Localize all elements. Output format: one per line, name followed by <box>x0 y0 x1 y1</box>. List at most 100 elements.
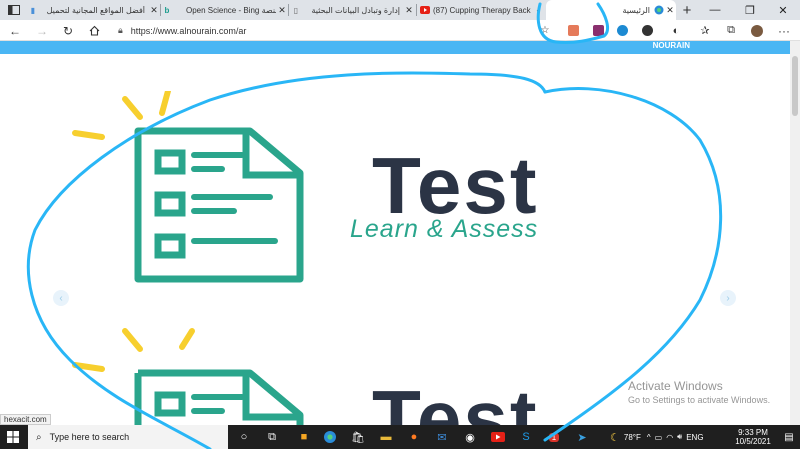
slider-next-button[interactable]: › <box>720 290 736 306</box>
tab-divider <box>288 4 289 16</box>
close-tab-icon[interactable]: ✕ <box>276 5 288 16</box>
arrow-right-icon: → <box>36 23 48 38</box>
volume-icon[interactable]: 🔊︎ <box>677 432 682 442</box>
windows-taskbar: ⌕ Type here to search ○ ⧉ ■ 🛍︎ ▬ ● ✉ ◉ S… <box>0 425 800 449</box>
idea-rays <box>72 328 195 372</box>
edge-icon <box>654 5 664 15</box>
bing-icon: b <box>164 5 170 15</box>
tab-free-sites[interactable]: ▮ أفضل المواقع المجانية لتحميل ✕ <box>28 0 160 20</box>
taskbar-clock[interactable]: 9:33 PM 10/5/2021 <box>728 428 778 446</box>
tab-divider <box>416 4 417 16</box>
restore-icon: ❐ <box>745 4 755 17</box>
refresh-icon: ↻ <box>62 23 74 38</box>
activate-windows-watermark: Activate Windows Go to Settings to activ… <box>628 379 771 405</box>
tab-home-active[interactable]: الرئيسية ✕ <box>546 0 676 20</box>
profile-button[interactable] <box>748 21 766 40</box>
windows-logo-icon <box>7 431 19 443</box>
tab-actions-icon <box>8 5 20 15</box>
home-button[interactable] <box>85 21 103 40</box>
star-add-icon: ☆ <box>540 25 550 36</box>
extension-purple-icon[interactable] <box>593 25 604 36</box>
circle-arrow-icon: ◐ <box>672 24 680 37</box>
address-url: https://www.alnourain.com/ar <box>130 25 247 36</box>
store-icon[interactable]: 🛍︎ <box>350 429 366 445</box>
tab-divider <box>160 4 161 16</box>
firefox-icon[interactable]: ● <box>406 429 422 445</box>
site-header: NOURAIN <box>0 41 790 54</box>
youtube-icon <box>420 5 430 15</box>
address-bar[interactable]: 🔒︎ https://www.alnourain.com/ar <box>110 22 550 39</box>
close-tab-icon[interactable]: ✕ <box>664 5 676 16</box>
minimize-button[interactable]: — <box>698 0 732 20</box>
slider-prev-button[interactable]: ‹ <box>53 290 69 306</box>
ppt-icon[interactable]: ■ <box>296 429 312 445</box>
settings-menu-button[interactable]: ··· <box>775 21 793 40</box>
test-document-illustration <box>72 91 304 283</box>
tab-cupping-therapy[interactable]: (87) Cupping Therapy Back ‹ <box>420 0 544 20</box>
slide-headline-2: Test <box>372 374 539 426</box>
close-tab-icon[interactable]: ✕ <box>148 5 160 16</box>
scrollbar-thumb[interactable] <box>792 56 798 116</box>
back-button[interactable]: ← <box>6 21 24 40</box>
weather-moon-icon[interactable]: ☾ <box>610 431 620 444</box>
network-icon[interactable]: ▭ <box>655 433 663 442</box>
maximize-button[interactable]: ❐ <box>733 0 767 20</box>
chrome-icon[interactable]: ◉ <box>462 429 478 445</box>
avatar <box>751 24 763 37</box>
browser-tab-strip: ▮ أفضل المواقع المجانية لتحميل ✕ b Open … <box>0 0 800 20</box>
add-favorite-button[interactable]: ☆ <box>536 21 554 40</box>
skype-icon[interactable]: S <box>518 429 534 445</box>
extension-orange-icon[interactable] <box>568 25 579 36</box>
chevron-up-icon[interactable]: ^ <box>647 433 651 442</box>
notification-app-icon[interactable]: 1 <box>546 429 562 445</box>
extension-dark-icon[interactable] <box>642 25 653 36</box>
notification-center-icon[interactable]: ▤ <box>782 429 796 445</box>
refresh-button[interactable]: ↻ <box>59 21 77 40</box>
tab-research-data[interactable]: ▯ إدارة وتبادل البيانات البحثية ✕ <box>291 0 415 20</box>
test-document-illustration-2 <box>72 328 304 425</box>
telegram-icon[interactable]: ➤ <box>574 429 590 445</box>
document-icon: ▯ <box>293 5 299 15</box>
more-icon: ··· <box>778 23 790 38</box>
favorites-button[interactable]: ✰ <box>696 21 714 40</box>
search-icon: ⌕ <box>36 431 42 443</box>
reading-button[interactable]: ◐ <box>667 21 685 40</box>
close-tab-icon[interactable]: ‹ <box>532 5 544 15</box>
slide-tagline: Learn & Assess <box>350 215 539 243</box>
forward-button[interactable]: → <box>33 21 51 40</box>
file-explorer-icon[interactable]: ▬ <box>378 429 394 445</box>
checklist-lines <box>191 394 245 414</box>
collections-button[interactable]: ⧉ <box>722 21 740 40</box>
wifi-icon[interactable]: ◠ <box>666 433 673 442</box>
close-window-button[interactable]: ✕ <box>766 0 800 20</box>
home-icon <box>89 25 99 36</box>
lock-icon: 🔒︎ <box>118 25 123 35</box>
language-indicator[interactable]: ENG <box>686 433 703 442</box>
mail-icon[interactable]: ✉ <box>434 429 450 445</box>
extension-blue-icon[interactable] <box>617 25 628 36</box>
start-button[interactable] <box>0 425 26 449</box>
favorites-icon: ✰ <box>700 25 710 37</box>
slide-headline: Test <box>372 141 539 230</box>
new-tab-button[interactable]: + <box>678 0 696 20</box>
youtube-taskbar-icon[interactable] <box>490 429 506 445</box>
page-icon: ▮ <box>30 5 36 15</box>
minimize-icon: — <box>709 4 721 16</box>
mail-badge: 1 <box>548 432 560 442</box>
cortana-icon[interactable]: ○ <box>236 429 252 445</box>
weather-temp[interactable]: 78°F <box>624 433 641 442</box>
task-view-icon[interactable]: ⧉ <box>264 429 280 445</box>
tab-actions-button[interactable] <box>0 0 28 20</box>
close-icon: ✕ <box>778 4 788 17</box>
tab-open-science-bing[interactable]: b Open Science - Bing منصة ✕ <box>162 0 288 20</box>
edge-taskbar-icon[interactable] <box>322 429 338 445</box>
close-tab-icon[interactable]: ✕ <box>403 5 415 16</box>
page-scrollbar[interactable] <box>790 41 800 425</box>
taskbar-search-box[interactable]: ⌕ Type here to search <box>28 425 228 449</box>
clock-date: 10/5/2021 <box>735 437 771 446</box>
site-brand[interactable]: NOURAIN <box>653 41 690 50</box>
checklist-lines <box>191 152 278 244</box>
arrow-left-icon: ← <box>9 23 21 38</box>
status-bar-url: hexacit.com <box>0 414 51 425</box>
clock-time: 9:33 PM <box>738 428 768 437</box>
